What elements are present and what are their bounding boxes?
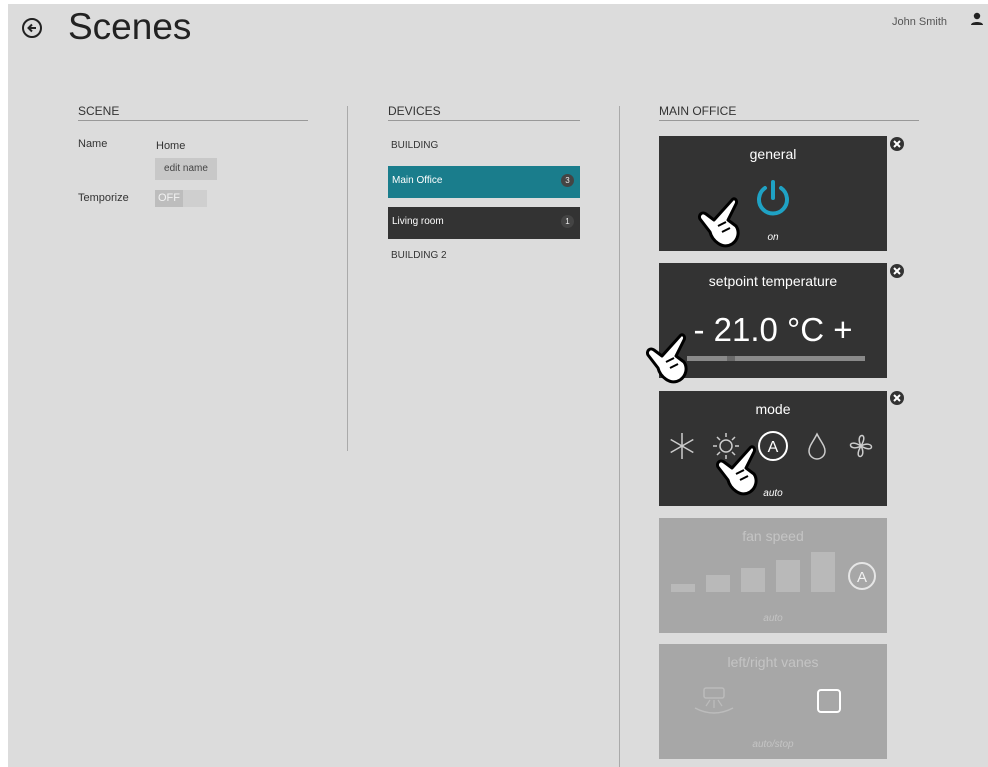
svg-text:A: A <box>857 569 867 586</box>
hand-pointer-icon <box>716 445 758 496</box>
slider-handle[interactable] <box>727 356 735 361</box>
card-title: general <box>749 146 797 162</box>
drop-icon[interactable] <box>804 431 830 461</box>
snowflake-icon[interactable] <box>667 431 697 461</box>
hand-pointer-icon <box>646 333 688 384</box>
device-count-badge: 3 <box>561 174 574 187</box>
temperature-row: - 21.0 °C + <box>659 311 887 349</box>
user-name[interactable]: John Smith <box>892 16 947 28</box>
user-icon[interactable] <box>970 12 984 31</box>
mode-state: auto <box>763 488 783 499</box>
temperature-value: 21.0 °C <box>713 311 825 348</box>
device-count-badge: 1 <box>561 215 574 228</box>
page: Scenes John Smith SCENE Name Home edit n… <box>8 4 988 767</box>
fan-level-bar <box>706 575 730 592</box>
name-value: Home <box>156 140 186 152</box>
main-office-heading: MAIN OFFICE <box>659 104 919 121</box>
hand-pointer-icon <box>698 197 740 248</box>
fan-level-bar <box>671 584 695 592</box>
vanes-state: auto/stop <box>752 739 794 750</box>
fan-icon[interactable] <box>844 429 878 463</box>
temperature-slider[interactable] <box>687 356 865 361</box>
fan-level-bar <box>741 568 765 592</box>
close-icon[interactable] <box>890 391 904 405</box>
auto-fan-icon: A <box>848 562 876 590</box>
back-icon[interactable] <box>22 18 42 38</box>
card-title: left/right vanes <box>727 654 819 670</box>
edit-name-button[interactable]: edit name <box>155 158 217 180</box>
vanes-card[interactable]: left/right vanes auto/stop <box>659 644 887 759</box>
divider <box>619 106 620 767</box>
auto-mode-icon[interactable]: A <box>756 429 790 463</box>
fan-level-bar <box>776 560 800 592</box>
stop-square-icon <box>817 689 841 713</box>
device-item-main-office[interactable]: Main Office 3 <box>388 166 580 198</box>
increase-button[interactable]: + <box>833 311 852 348</box>
scene-heading: SCENE <box>78 104 308 121</box>
divider <box>347 106 348 451</box>
toggle-state: OFF <box>155 190 183 207</box>
svg-text:A: A <box>768 439 779 456</box>
fan-speed-card[interactable]: fan speed A auto <box>659 518 887 633</box>
temporize-toggle[interactable]: OFF <box>155 190 207 207</box>
temporize-label: Temporize <box>78 192 129 204</box>
device-item-living-room[interactable]: Living room 1 <box>388 207 580 239</box>
building-2-group[interactable]: BUILDING 2 <box>391 250 447 261</box>
card-title: mode <box>755 401 791 417</box>
device-label: Main Office <box>392 175 443 186</box>
page-title: Scenes <box>68 6 192 47</box>
devices-heading: DEVICES <box>388 104 580 121</box>
fan-state: auto <box>763 613 783 624</box>
card-title: fan speed <box>742 528 804 544</box>
name-label: Name <box>78 138 108 150</box>
setpoint-card: setpoint temperature - 21.0 °C + <box>659 263 887 378</box>
fan-level-bar <box>811 552 835 592</box>
decrease-button[interactable]: - <box>693 311 704 348</box>
power-icon[interactable] <box>753 178 793 218</box>
mode-card: mode A auto <box>659 391 887 506</box>
card-title: setpoint temperature <box>708 273 838 289</box>
device-label: Living room <box>392 216 444 227</box>
vane-swing-icon <box>694 687 734 714</box>
close-icon[interactable] <box>890 137 904 151</box>
close-icon[interactable] <box>890 264 904 278</box>
building-group[interactable]: BUILDING <box>391 140 438 151</box>
